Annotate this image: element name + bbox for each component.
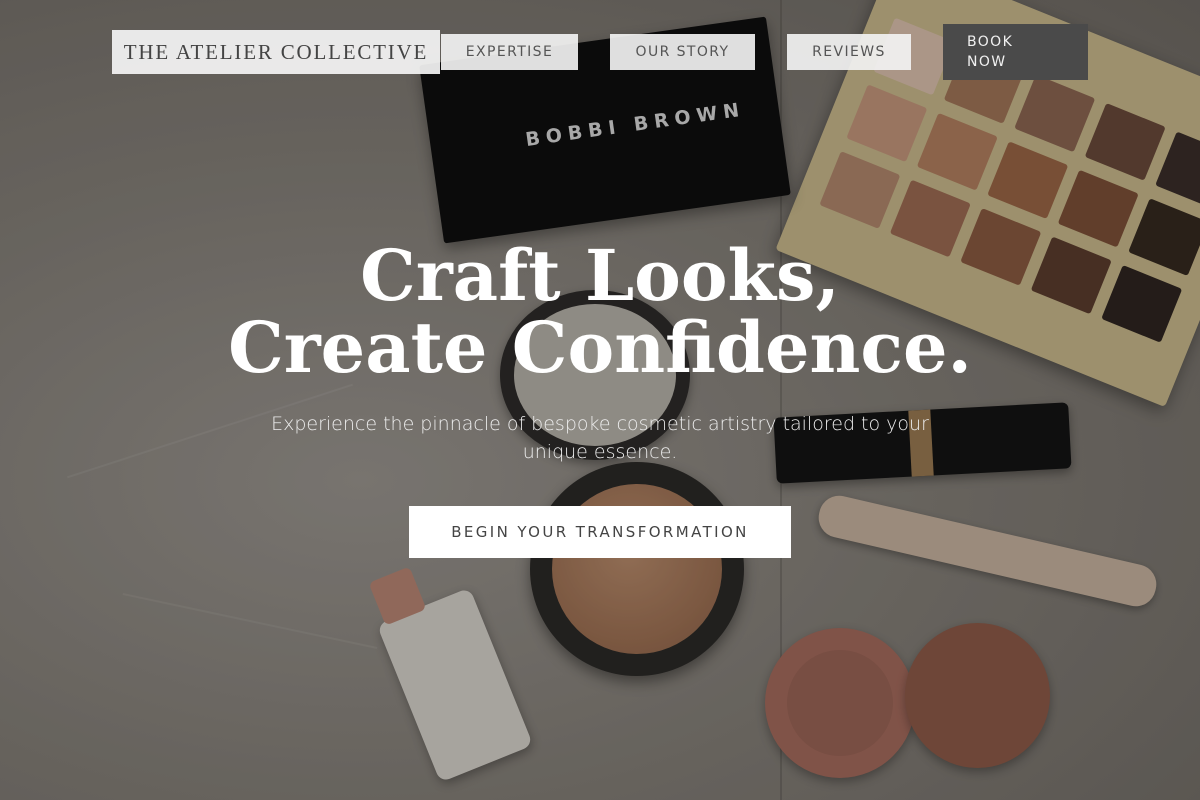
hero-overlay (0, 0, 1200, 800)
nav-expertise-button[interactable]: EXPERTISE (441, 34, 578, 70)
begin-transformation-button[interactable]: BEGIN YOUR TRANSFORMATION (409, 506, 791, 558)
book-now-button[interactable]: BOOK NOW (943, 24, 1088, 80)
book-now-label-line1: BOOK (967, 34, 1014, 50)
nav-reviews-button[interactable]: REVIEWS (787, 34, 911, 70)
headline-line-2: Create Confidence. (228, 306, 972, 389)
nav-our-story-button[interactable]: OUR STORY (610, 34, 755, 70)
headline-line-1: Craft Looks, (360, 234, 840, 317)
site-logo[interactable]: THE ATELIER COLLECTIVE (112, 30, 440, 74)
hero-subtext: Experience the pinnacle of bespoke cosme… (271, 413, 929, 463)
hero-headline: Craft Looks, Create Confidence. (200, 240, 1000, 384)
book-now-label-line2: NOW (967, 54, 1007, 70)
hero-section: BOBBI BROWN THE ATELIER COLLECTIVE EXPER… (0, 0, 1200, 800)
